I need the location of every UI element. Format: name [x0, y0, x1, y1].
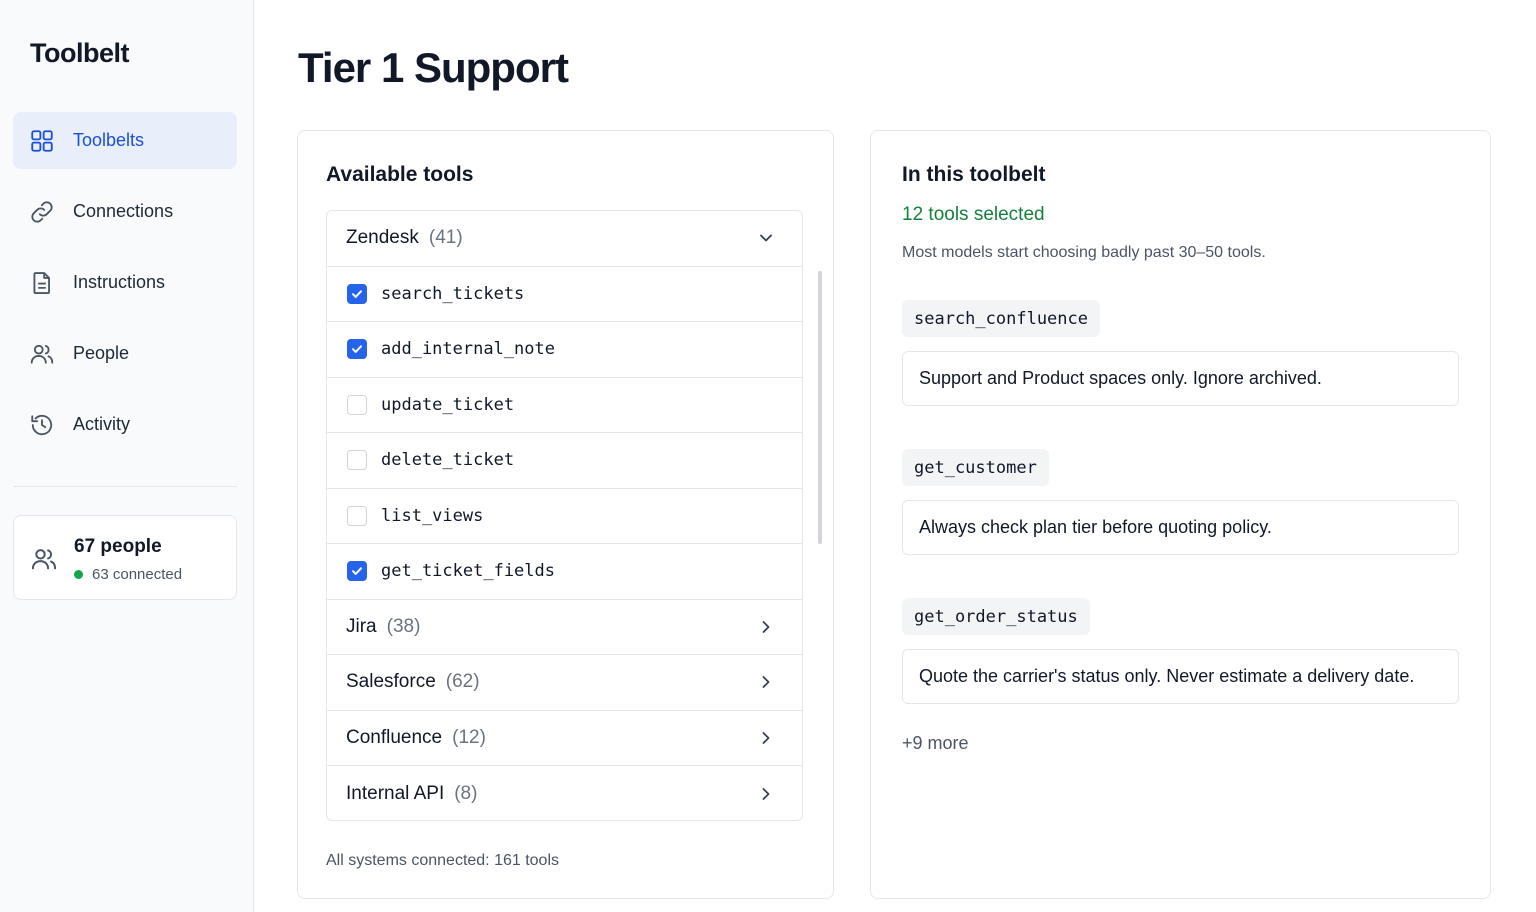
- users-icon: [31, 549, 57, 570]
- group-name: Confluence: [346, 726, 443, 748]
- group-name: Zendesk: [346, 227, 419, 249]
- sidebar-item-people[interactable]: People: [13, 325, 237, 382]
- check-icon: [352, 345, 362, 354]
- tool-checkbox[interactable]: [347, 505, 367, 526]
- selected-count: 12 tools selected: [902, 204, 1045, 225]
- group-name: Salesforce: [346, 671, 436, 693]
- tool-row[interactable]: get_ticket_fields: [327, 544, 802, 600]
- sidebar-item-label: Activity: [73, 414, 131, 434]
- available-tools-heading: Available tools: [326, 163, 474, 186]
- tool-checkbox[interactable]: [347, 339, 367, 360]
- group-name: Internal API: [346, 782, 445, 804]
- group-count: (12): [452, 726, 486, 748]
- page-title: Tier 1 Support: [298, 44, 569, 91]
- sidebar-item-instructions[interactable]: Instructions: [13, 254, 237, 311]
- check-icon: [352, 290, 362, 298]
- systems-summary: All systems connected: 161 tools: [326, 852, 560, 869]
- check-icon: [352, 567, 362, 576]
- group-count: (38): [386, 615, 421, 637]
- people-summary-card[interactable]: 67 people 63 connected: [13, 515, 237, 600]
- toolbelt-heading: In this toolbelt: [902, 163, 1046, 186]
- tool-checkbox[interactable]: [347, 394, 367, 415]
- group-count: (8): [454, 782, 478, 804]
- sidebar-item-label: Connections: [73, 201, 174, 221]
- chevron-right-icon: [762, 676, 770, 689]
- sidebar-nav: Toolbelts Connections Instructions Peopl…: [13, 112, 237, 467]
- document-icon: [33, 271, 50, 294]
- tool-row[interactable]: search_tickets: [327, 267, 802, 322]
- selected-tool-chip: get_customer: [902, 449, 1049, 486]
- tool-row[interactable]: add_internal_note: [327, 322, 802, 378]
- tool-list-scrollbar[interactable]: [818, 271, 822, 544]
- chevron-right-icon: [762, 787, 770, 800]
- tool-name: get_ticket_fields: [381, 561, 555, 582]
- sidebar-item-activity[interactable]: Activity: [13, 396, 237, 453]
- chevron-right-icon: [762, 620, 770, 633]
- group-name: Jira: [346, 615, 377, 637]
- tool-row[interactable]: update_ticket: [327, 378, 802, 433]
- sidebar-item-label: Toolbelts: [73, 130, 145, 150]
- grid-icon: [31, 129, 53, 152]
- group-salesforce[interactable]: Salesforce (62): [327, 655, 802, 711]
- tool-instruction-field[interactable]: Always check plan tier before quoting po…: [902, 500, 1459, 555]
- group-zendesk[interactable]: Zendesk (41): [327, 211, 802, 267]
- users-icon: [30, 344, 54, 364]
- history-icon: [31, 414, 53, 435]
- tool-list: Zendesk (41) search_tickets add_internal…: [326, 210, 803, 821]
- sidebar: Toolbelt Toolbelts Connections Instructi…: [0, 0, 254, 912]
- tool-row[interactable]: delete_ticket: [327, 433, 802, 489]
- selected-tool-chip: get_order_status: [902, 598, 1090, 635]
- tool-instruction-field[interactable]: Support and Product spaces only. Ignore …: [902, 351, 1459, 406]
- tool-checkbox[interactable]: [347, 561, 367, 582]
- chevron-right-icon: [762, 731, 770, 744]
- tool-name: search_tickets: [381, 283, 525, 304]
- connected-status: 63 connected: [74, 566, 182, 583]
- tool-name: update_ticket: [381, 394, 515, 415]
- available-tools-panel: Available tools Zendesk (41) search_tick…: [297, 130, 834, 899]
- group-internal-api[interactable]: Internal API (8): [327, 766, 802, 820]
- tool-name: delete_ticket: [381, 450, 515, 471]
- tool-name: add_internal_note: [381, 339, 555, 360]
- group-confluence[interactable]: Confluence (12): [327, 711, 802, 766]
- status-dot: [74, 570, 83, 579]
- group-count: (41): [428, 227, 463, 249]
- tool-row[interactable]: list_views: [327, 489, 802, 544]
- people-count: 67 people: [74, 536, 162, 557]
- tool-instruction-field[interactable]: Quote the carrier's status only. Never e…: [902, 649, 1459, 704]
- tool-checkbox[interactable]: [347, 283, 367, 304]
- selected-tool-chip: search_confluence: [902, 300, 1100, 337]
- group-jira[interactable]: Jira (38): [327, 600, 802, 655]
- group-count: (62): [445, 671, 480, 693]
- chevron-down-icon: [760, 234, 772, 242]
- sidebar-item-label: People: [73, 343, 130, 363]
- sidebar-item-label: Instructions: [73, 272, 166, 292]
- toolbelt-panel: In this toolbelt 12 tools selected Most …: [870, 130, 1491, 899]
- tool-name: list_views: [381, 505, 484, 526]
- connected-count: 63 connected: [92, 566, 183, 583]
- brand-title: Toolbelt: [30, 38, 129, 68]
- sidebar-item-toolbelts[interactable]: Toolbelts: [13, 112, 237, 169]
- tool-limit-hint: Most models start choosing badly past 30…: [902, 244, 1266, 261]
- sidebar-item-connections[interactable]: Connections: [13, 183, 237, 240]
- link-icon: [31, 200, 53, 223]
- show-more-link[interactable]: +9 more: [902, 733, 969, 754]
- sidebar-divider: [13, 486, 237, 487]
- tool-checkbox[interactable]: [347, 450, 367, 471]
